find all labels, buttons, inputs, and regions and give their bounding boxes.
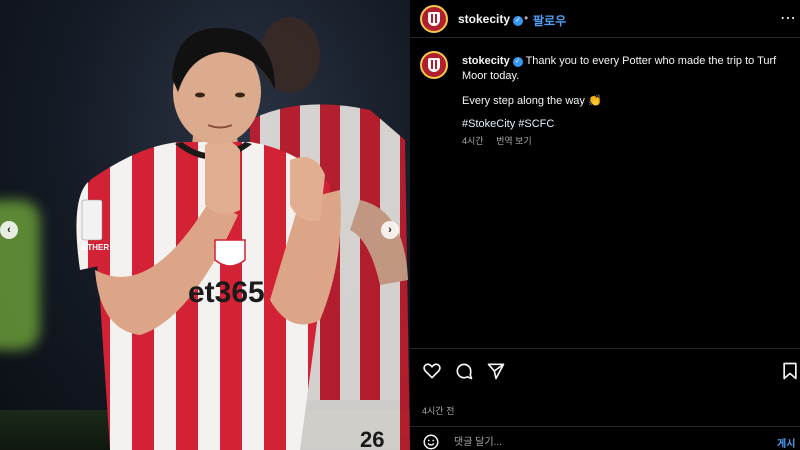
post-details-panel: stokecity ✓ • 팔로우 ⋯ stokecity ✓ Thank you … xyxy=(410,0,800,450)
share-icon[interactable] xyxy=(486,361,506,381)
carousel-next-button[interactable]: › xyxy=(381,221,399,239)
bookmark-icon[interactable] xyxy=(780,361,800,381)
shirt-sponsor: et365 xyxy=(188,276,265,309)
verified-badge-icon: ✓ xyxy=(512,57,523,67)
comment-bar: 게시 xyxy=(410,426,800,450)
post-comment-button[interactable]: 게시 xyxy=(777,435,795,450)
heart-icon[interactable] xyxy=(422,361,442,381)
separator-dot: • xyxy=(524,11,529,25)
translate-link[interactable]: 번역 보기 xyxy=(496,136,532,146)
more-options-icon[interactable]: ⋯ xyxy=(780,8,797,28)
follow-button[interactable]: 팔로우 xyxy=(533,12,566,29)
back-number: 26 xyxy=(360,427,384,450)
username-link[interactable]: stokecity ✓ xyxy=(458,12,524,26)
stoke-crest-icon xyxy=(428,12,440,26)
players-illustration: 26 ETHER et365 xyxy=(76,17,410,450)
comment-input[interactable] xyxy=(454,434,754,450)
post-header: stokecity ✓ • 팔로우 ⋯ xyxy=(410,0,800,38)
action-bar xyxy=(410,348,800,392)
caption-username[interactable]: stokecity xyxy=(462,55,510,67)
sleeve-text: ETHER xyxy=(82,243,109,252)
username-text: stokecity xyxy=(458,12,511,26)
verified-badge-icon: ✓ xyxy=(513,16,524,26)
caption-hashtags[interactable]: #StokeCity #SCFC xyxy=(462,117,792,132)
carousel-prev-button[interactable]: ‹ xyxy=(0,221,18,239)
caption-avatar[interactable] xyxy=(420,51,448,79)
caption-meta: 4시간 번역 보기 xyxy=(462,134,532,147)
avatar[interactable] xyxy=(420,5,448,33)
stoke-crest-icon xyxy=(428,58,440,72)
post-timestamp: 4시간 전 xyxy=(422,406,455,416)
caption: stokecity ✓ Thank you to every Potter who… xyxy=(462,54,792,132)
comment-icon[interactable] xyxy=(454,361,474,381)
main-player-figure: ETHER et365 xyxy=(76,27,341,450)
emoji-icon[interactable] xyxy=(422,433,440,450)
caption-time: 4시간 xyxy=(462,136,484,146)
post-media[interactable]: 26 ETHER et365 ‹ › xyxy=(0,0,410,450)
caption-line-2: Every step along the way 👏 xyxy=(462,95,602,107)
